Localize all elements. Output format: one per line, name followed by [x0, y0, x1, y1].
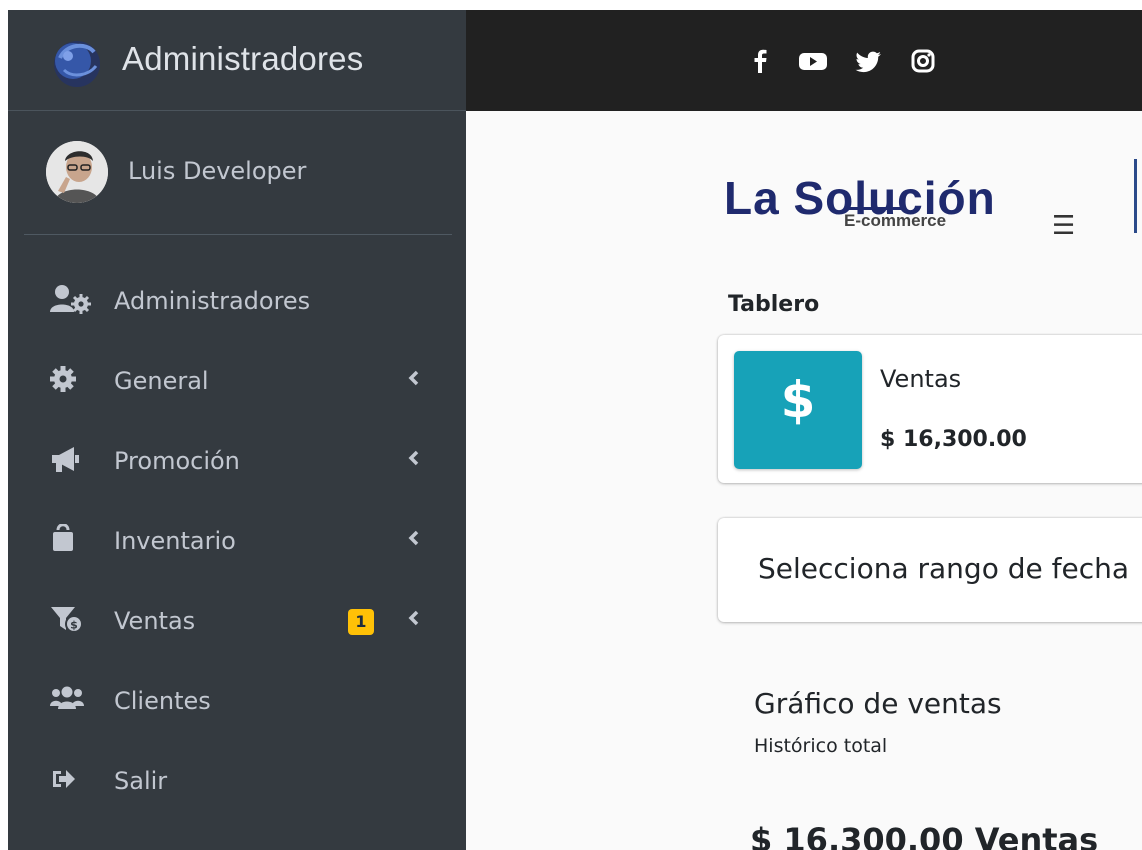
chart-subtitle: Histórico total [754, 735, 888, 757]
sidebar-item-promocion[interactable]: Promoción [8, 422, 466, 502]
content-wrapper: La Solución E-commerce ☰ Tablero $ Venta… [466, 111, 1142, 850]
chart-total: $ 16,300.00 Ventas [750, 821, 1099, 850]
sales-info-box: $ Ventas $ 16,300.00 [718, 335, 1142, 483]
sidebar-item-label: Administradores [114, 287, 311, 315]
sidebar-item-label: Clientes [114, 687, 211, 715]
chevron-left-icon [408, 530, 419, 546]
users-cog-icon [50, 285, 91, 314]
logo-underline [844, 207, 904, 210]
avatar [46, 141, 108, 203]
top-navbar [466, 10, 1142, 111]
sidebar-item-salir[interactable]: Salir [8, 742, 466, 822]
page-title: Tablero [728, 292, 820, 317]
header-divider [1134, 159, 1137, 233]
date-range-title: Selecciona rango de fecha [758, 552, 1130, 585]
brand-link[interactable]: Administradores [8, 10, 466, 111]
info-box-label: Ventas [880, 365, 962, 393]
sidebar-item-label: Ventas [114, 607, 196, 635]
facebook-icon[interactable] [744, 46, 778, 76]
sidebar-item-label: Inventario [114, 527, 236, 555]
chevron-left-icon [408, 370, 419, 386]
youtube-icon[interactable] [796, 46, 830, 76]
sidebar-item-inventario[interactable]: Inventario [8, 502, 466, 582]
sidebar-item-label: Salir [114, 767, 168, 795]
sales-funnel-icon: $ [51, 607, 83, 633]
cog-icon [50, 366, 76, 392]
sidebar-nav: Administradores General Promoción Invent… [8, 262, 466, 822]
dollar-icon: $ [734, 351, 862, 469]
twitter-icon[interactable] [852, 46, 886, 76]
sidebar-item-administradores[interactable]: Administradores [8, 262, 466, 342]
instagram-icon[interactable] [906, 46, 940, 76]
globe-logo-icon [54, 41, 100, 87]
dollar-glyph: $ [780, 371, 816, 429]
site-logo-subtitle: E-commerce [844, 211, 947, 230]
svg-text:$: $ [70, 619, 78, 632]
sign-out-icon [53, 770, 75, 788]
user-name: Luis Developer [128, 157, 307, 185]
notification-badge: 1 [348, 609, 374, 635]
brand-text: Administradores [122, 40, 364, 77]
sidebar-item-ventas[interactable]: $ Ventas 1 [8, 582, 466, 662]
hamburger-icon[interactable]: ☰ [1052, 211, 1075, 241]
users-icon [50, 686, 84, 709]
sidebar-item-label: Promoción [114, 447, 240, 475]
main-sidebar: Administradores Luis Developer Administr… [8, 10, 466, 850]
chevron-left-icon [408, 450, 419, 466]
bullhorn-icon [52, 447, 79, 472]
info-box-value: $ 16,300.00 [880, 427, 1027, 452]
chevron-left-icon [408, 610, 419, 626]
chart-title: Gráfico de ventas [754, 687, 1002, 720]
sidebar-item-label: General [114, 367, 209, 395]
app-frame: Administradores Luis Developer Administr… [0, 0, 1142, 850]
date-range-card: Selecciona rango de fecha [718, 518, 1142, 622]
sidebar-item-general[interactable]: General [8, 342, 466, 422]
user-panel[interactable]: Luis Developer [24, 111, 452, 235]
shopping-bag-icon [53, 524, 73, 551]
sidebar-item-clientes[interactable]: Clientes [8, 662, 466, 742]
user-photo-icon [46, 141, 108, 203]
